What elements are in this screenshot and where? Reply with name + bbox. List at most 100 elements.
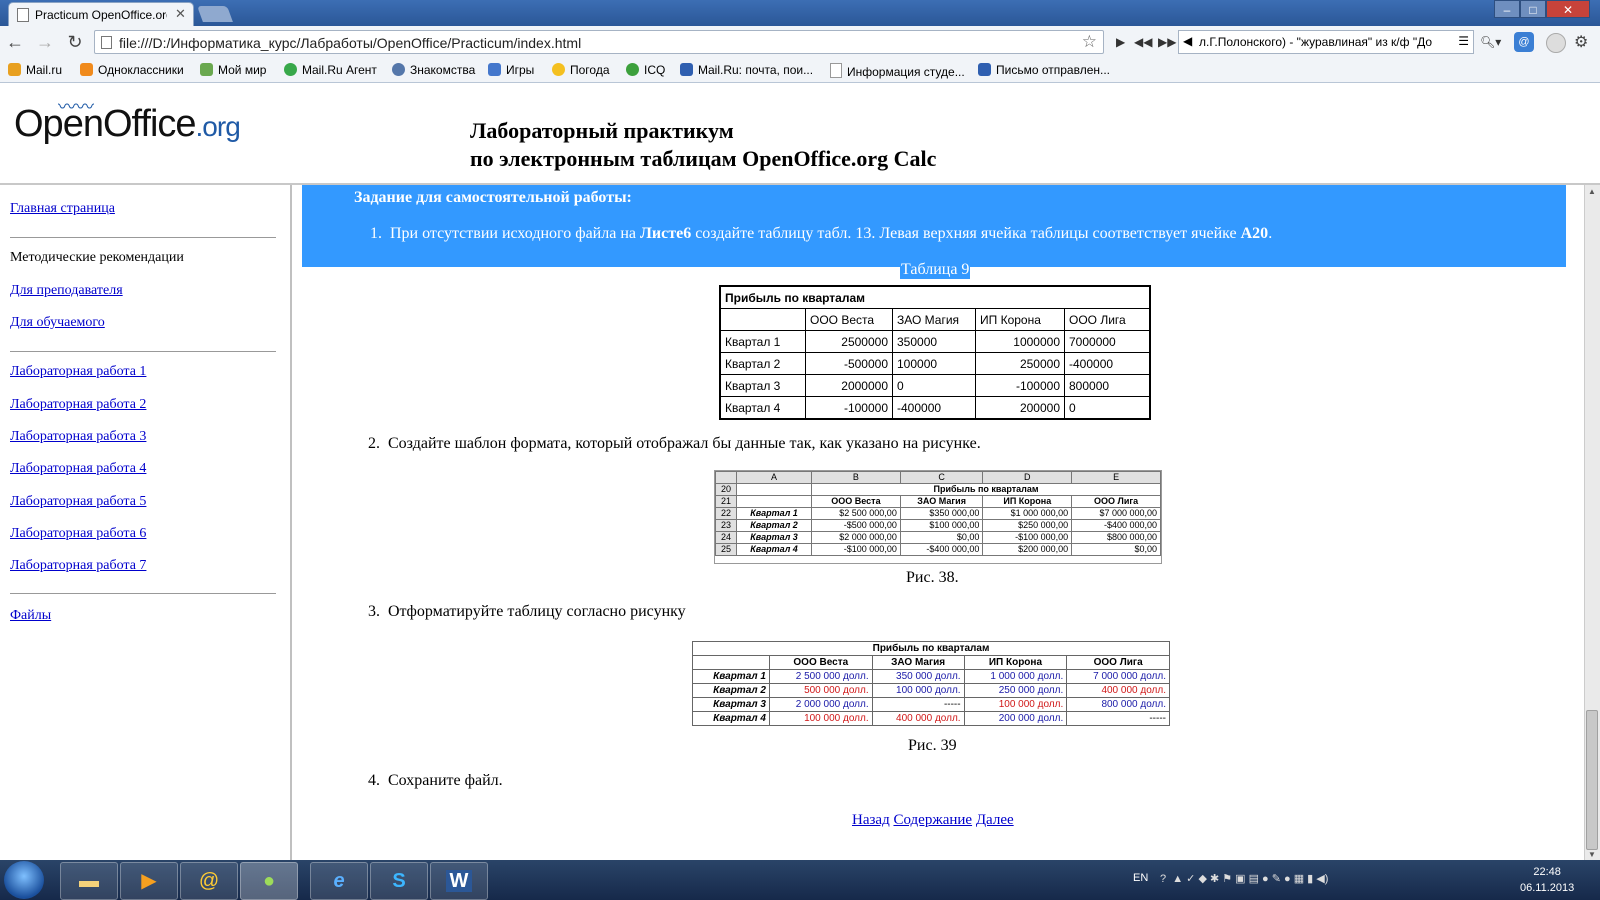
files-link[interactable]: Файлы [10, 608, 51, 623]
sidebar-item-lab1[interactable]: Лабораторная работа 1 [10, 364, 146, 380]
sidebar-item-lab4[interactable]: Лабораторная работа 4 [10, 461, 146, 477]
lab-link[interactable]: Лабораторная работа 7 [10, 558, 146, 573]
profile-icon[interactable] [1546, 33, 1566, 53]
next-link[interactable]: Далее [976, 812, 1014, 828]
browser-tab-bar: Practicum OpenOffice.org ✕ – □ ✕ [0, 0, 1600, 26]
column-header: A [735, 471, 813, 484]
minimize-button[interactable]: – [1494, 0, 1520, 18]
language-indicator[interactable]: EN [1133, 872, 1148, 884]
clock[interactable]: 22:48 06.11.2013 [1520, 864, 1574, 896]
page-title: Лабораторный практикум по электронным та… [470, 117, 936, 173]
new-tab-button[interactable] [197, 6, 233, 22]
bookmark-item[interactable]: Знакомства [392, 63, 475, 77]
lab-link[interactable]: Лабораторная работа 4 [10, 461, 146, 476]
lab-link[interactable]: Лабораторная работа 3 [10, 429, 146, 444]
data-cell: 200000 [975, 396, 1065, 420]
sidebar-item-home[interactable]: Главная страница [10, 201, 115, 217]
header-cell: ИП Корона [963, 655, 1068, 670]
data-cell: 7 000 000 долл. [1066, 669, 1170, 684]
task-item-3: 3. Отформатируйте таблицу согласно рисун… [368, 603, 686, 621]
item-text: Сохраните файл. [388, 772, 503, 789]
header-cell: ООО Лига [1064, 308, 1151, 331]
divider [10, 351, 276, 352]
scrollbar-thumb[interactable] [1586, 710, 1598, 850]
table-row: Квартал 1 2 500 000 долл. 350 000 долл. … [692, 669, 1170, 684]
bookmark-star-icon[interactable]: ☆ [1082, 32, 1097, 52]
bookmark-item[interactable]: Погода [552, 63, 610, 77]
close-window-button[interactable]: ✕ [1546, 0, 1590, 18]
page-icon [17, 8, 29, 22]
header-cell: ООО Лига [1071, 495, 1161, 508]
search-icon[interactable]: 🔍︎▾ [1480, 35, 1501, 49]
data-cell: 800000 [1064, 374, 1151, 397]
scroll-down-icon[interactable]: ▼ [1588, 850, 1596, 859]
word-taskbar-button[interactable]: W [430, 862, 488, 900]
play-icon[interactable]: ▶ [1116, 35, 1125, 49]
teacher-link[interactable]: Для преподавателя [10, 283, 123, 298]
sidebar-item-lab5[interactable]: Лабораторная работа 5 [10, 494, 146, 510]
mail-agent-taskbar-button[interactable]: @ [180, 862, 238, 900]
home-link[interactable]: Главная страница [10, 201, 115, 216]
start-button[interactable] [4, 861, 44, 899]
media-player-taskbar-button[interactable]: ▶ [120, 862, 178, 900]
sidebar-item-lab3[interactable]: Лабораторная работа 3 [10, 429, 146, 445]
bookmarks-bar: Mail.ru Одноклассники Мой мир Mail.Ru Аг… [0, 60, 1600, 83]
student-link[interactable]: Для обучаемого [10, 315, 105, 330]
ie-taskbar-button[interactable]: e [310, 862, 368, 900]
close-tab-icon[interactable]: ✕ [175, 6, 186, 22]
menu-icon[interactable]: ☰ [1458, 34, 1469, 48]
forward-icon[interactable]: → [34, 32, 56, 53]
scroll-up-icon[interactable]: ▲ [1588, 187, 1596, 196]
previous-icon[interactable]: ◀◀ [1134, 35, 1152, 49]
figure-table-title: Прибыль по кварталам [692, 641, 1170, 656]
bookmark-item[interactable]: Информация студе... [830, 63, 965, 79]
figure-38-image: A B C D E 20 Прибыль по кварталам 21 ООО… [714, 470, 1162, 564]
data-cell: $2 000 000,00 [811, 531, 901, 544]
address-bar[interactable]: file:///D:/Информатика_курс/Лабработы/Op… [94, 30, 1104, 54]
sidebar-item-lab7[interactable]: Лабораторная работа 7 [10, 558, 146, 574]
explorer-taskbar-button[interactable]: ▬ [60, 862, 118, 900]
chrome-taskbar-button[interactable]: ● [240, 862, 298, 900]
bookmark-item[interactable]: Одноклассники [80, 63, 184, 77]
data-cell: 100000 [892, 352, 976, 375]
back-link[interactable]: Назад [852, 812, 890, 828]
item-text: При отсутствии исходного файла на [390, 225, 640, 242]
skype-taskbar-button[interactable]: S [370, 862, 428, 900]
wrench-icon[interactable]: ⚙ [1574, 32, 1588, 52]
item-text: Отформатируйте таблицу согласно рисунку [388, 603, 686, 620]
lab-link[interactable]: Лабораторная работа 1 [10, 364, 146, 379]
sidebar-item-lab6[interactable]: Лабораторная работа 6 [10, 526, 146, 542]
item-number: 1. [370, 225, 382, 242]
lab-link[interactable]: Лабораторная работа 2 [10, 397, 146, 412]
sidebar-item-lab2[interactable]: Лабораторная работа 2 [10, 397, 146, 413]
data-cell: 1 000 000 долл. [963, 669, 1068, 684]
lab-link[interactable]: Лабораторная работа 6 [10, 526, 146, 541]
bookmark-item[interactable]: Мой мир [200, 63, 266, 77]
bookmark-item[interactable]: Письмо отправлен... [978, 63, 1110, 77]
reload-icon[interactable]: ↻ [64, 32, 86, 53]
contents-link[interactable]: Содержание [893, 812, 972, 828]
next-icon[interactable]: ▶▶ [1158, 35, 1176, 49]
divider [10, 237, 276, 238]
bookmark-item[interactable]: Mail.ru [8, 63, 62, 77]
page-navigation: Назад Содержание Далее [852, 812, 1014, 829]
task-banner: Задание для самостоятельной работы: 1. П… [302, 185, 1566, 267]
lab-link[interactable]: Лабораторная работа 5 [10, 494, 146, 509]
header-cell: ИП Корона [982, 495, 1073, 508]
sidebar-item-teacher[interactable]: Для преподавателя [10, 283, 123, 299]
bookmark-item[interactable]: Mail.Ru: почта, пои... [680, 63, 813, 77]
tray-icons[interactable]: ? ▲ ✓ ◆ ✱ ⚑ ▣ ▤ ● ✎ ● ▦ ▮ ◀) [1160, 872, 1328, 885]
extension-icon[interactable]: @ [1514, 32, 1534, 52]
music-player-field[interactable]: ◀ л.Г.Полонского) - "журавлиная" из к/ф … [1178, 30, 1474, 54]
bookmark-item[interactable]: Mail.Ru Агент [284, 63, 377, 77]
sidebar-item-student[interactable]: Для обучаемого [10, 315, 105, 331]
browser-tab[interactable]: Practicum OpenOffice.org ✕ [8, 2, 194, 26]
row-label: Квартал 3 [719, 374, 806, 397]
sidebar-item-files[interactable]: Файлы [10, 608, 51, 624]
maximize-button[interactable]: □ [1520, 0, 1546, 18]
bookmark-item[interactable]: Игры [488, 63, 534, 77]
back-icon[interactable]: ← [4, 32, 26, 53]
bookmark-item[interactable]: ICQ [626, 63, 665, 77]
data-cell: 1000000 [975, 330, 1065, 353]
data-cell: 2 000 000 долл. [768, 697, 873, 712]
